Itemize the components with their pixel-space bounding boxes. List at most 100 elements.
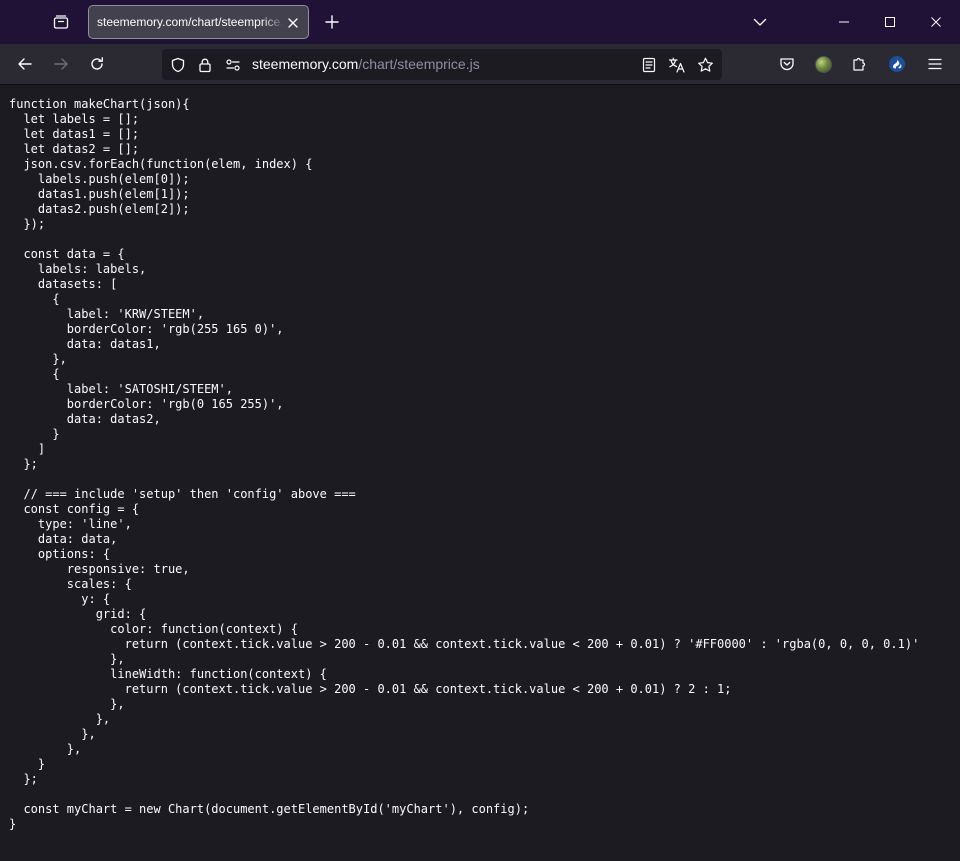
code-line: }, xyxy=(9,712,111,726)
code-line: labels: labels, xyxy=(9,262,147,276)
code-line: label: 'KRW/STEEM', xyxy=(9,307,205,321)
code-line: responsive: true, xyxy=(9,562,190,576)
account-button[interactable] xyxy=(809,50,837,78)
tab-strip: steememory.com/chart/steemprice.js xyxy=(0,0,960,44)
maximize-button[interactable] xyxy=(867,0,913,44)
window-close-button[interactable] xyxy=(913,0,959,44)
code-line: const config = { xyxy=(9,502,140,516)
translate-button[interactable] xyxy=(667,55,687,75)
hamburger-menu-icon xyxy=(928,58,942,70)
minimize-button[interactable] xyxy=(821,0,867,44)
code-line: } xyxy=(9,757,46,771)
steem-logo-icon xyxy=(889,56,905,72)
plus-icon xyxy=(325,15,339,29)
code-line: }; xyxy=(9,457,38,471)
code-line: return (context.tick.value > 200 - 0.01 … xyxy=(9,682,732,696)
code-line: ] xyxy=(9,442,46,456)
site-security-button[interactable] xyxy=(195,55,215,75)
browser-window: steememory.com/chart/steemprice.js steem… xyxy=(0,0,960,861)
pocket-icon xyxy=(780,58,794,71)
code-line: return (context.tick.value > 200 - 0.01 … xyxy=(9,637,920,651)
code-line: label: 'SATOSHI/STEEM', xyxy=(9,382,233,396)
code-line: json.csv.forEach(function(elem, index) { xyxy=(9,157,313,171)
permissions-button[interactable] xyxy=(223,55,243,75)
avatar xyxy=(814,55,832,73)
code-line: color: function(context) { xyxy=(9,622,298,636)
arrow-left-icon xyxy=(18,58,32,70)
code-line: const myChart = new Chart(document.getEl… xyxy=(9,802,530,816)
code-line: borderColor: 'rgb(255 165 0)', xyxy=(9,322,284,336)
reload-icon xyxy=(91,57,103,70)
code-line: { xyxy=(9,367,60,381)
url-domain: steememory.com xyxy=(252,56,359,72)
pocket-button[interactable] xyxy=(773,50,801,78)
new-tab-button[interactable] xyxy=(318,8,346,36)
star-icon xyxy=(697,57,713,72)
code-line: }, xyxy=(9,727,96,741)
list-all-tabs-button[interactable] xyxy=(746,8,774,36)
close-icon xyxy=(931,17,941,27)
back-button[interactable] xyxy=(10,49,40,79)
tab-close-button[interactable] xyxy=(283,13,303,33)
source-code: function makeChart(json){ let labels = [… xyxy=(9,97,919,832)
code-line: datas2.push(elem[2]); xyxy=(9,202,190,216)
arrow-right-icon xyxy=(54,58,68,70)
code-line: }); xyxy=(9,217,46,231)
firefox-view-button[interactable] xyxy=(44,6,78,38)
minimize-icon xyxy=(839,21,849,23)
forward-button[interactable] xyxy=(46,49,76,79)
code-line: y: { xyxy=(9,592,111,606)
code-line: datasets: [ xyxy=(9,277,118,291)
code-line: }, xyxy=(9,652,125,666)
address-bar[interactable]: steememory.com/chart/steemprice.js xyxy=(162,49,722,80)
code-line: grid: { xyxy=(9,607,147,621)
code-line: }, xyxy=(9,742,82,756)
code-line: let datas2 = []; xyxy=(9,142,140,156)
code-line: data: datas1, xyxy=(9,337,161,351)
code-line: let datas1 = []; xyxy=(9,127,140,141)
tracking-protection-button[interactable] xyxy=(168,55,188,75)
reader-view-button[interactable] xyxy=(639,55,659,75)
code-line: // === include 'setup' then 'config' abo… xyxy=(9,487,356,501)
app-menu-button[interactable] xyxy=(921,50,949,78)
url-path: /chart/steemprice.js xyxy=(358,56,480,72)
reader-view-icon xyxy=(642,57,656,73)
url-text[interactable]: steememory.com/chart/steemprice.js xyxy=(252,56,480,72)
translate-icon xyxy=(668,57,685,73)
chevron-down-icon xyxy=(753,18,767,26)
code-line: options: { xyxy=(9,547,111,561)
code-line: } xyxy=(9,817,17,831)
bookmark-star-button[interactable] xyxy=(695,55,715,75)
code-line: function makeChart(json){ xyxy=(9,97,190,111)
code-line: scales: { xyxy=(9,577,132,591)
code-line: datas1.push(elem[1]); xyxy=(9,187,190,201)
close-icon xyxy=(288,18,298,28)
page-content: function makeChart(json){ let labels = [… xyxy=(0,85,960,861)
code-line: type: 'line', xyxy=(9,517,132,531)
permissions-icon xyxy=(226,59,240,71)
code-line: }, xyxy=(9,697,125,711)
shield-icon xyxy=(171,57,185,73)
firefox-view-icon xyxy=(53,15,69,29)
code-line: { xyxy=(9,292,60,306)
reload-button[interactable] xyxy=(82,49,112,79)
tab-active[interactable]: steememory.com/chart/steemprice.js xyxy=(88,5,309,39)
maximize-icon xyxy=(885,17,895,27)
tab-title: steememory.com/chart/steemprice.js xyxy=(97,15,285,29)
code-line: const data = { xyxy=(9,247,125,261)
code-line: }, xyxy=(9,352,67,366)
code-line: } xyxy=(9,427,60,441)
extensions-button[interactable] xyxy=(845,50,873,78)
code-line: lineWidth: function(context) { xyxy=(9,667,327,681)
code-line: let labels = []; xyxy=(9,112,140,126)
code-line: data: datas2, xyxy=(9,412,161,426)
code-line: data: data, xyxy=(9,532,118,546)
steem-extension-button[interactable] xyxy=(883,50,911,78)
puzzle-piece-icon xyxy=(853,57,866,71)
navigation-toolbar: steememory.com/chart/steemprice.js xyxy=(0,44,960,85)
code-line: }; xyxy=(9,772,38,786)
lock-icon xyxy=(199,58,211,73)
